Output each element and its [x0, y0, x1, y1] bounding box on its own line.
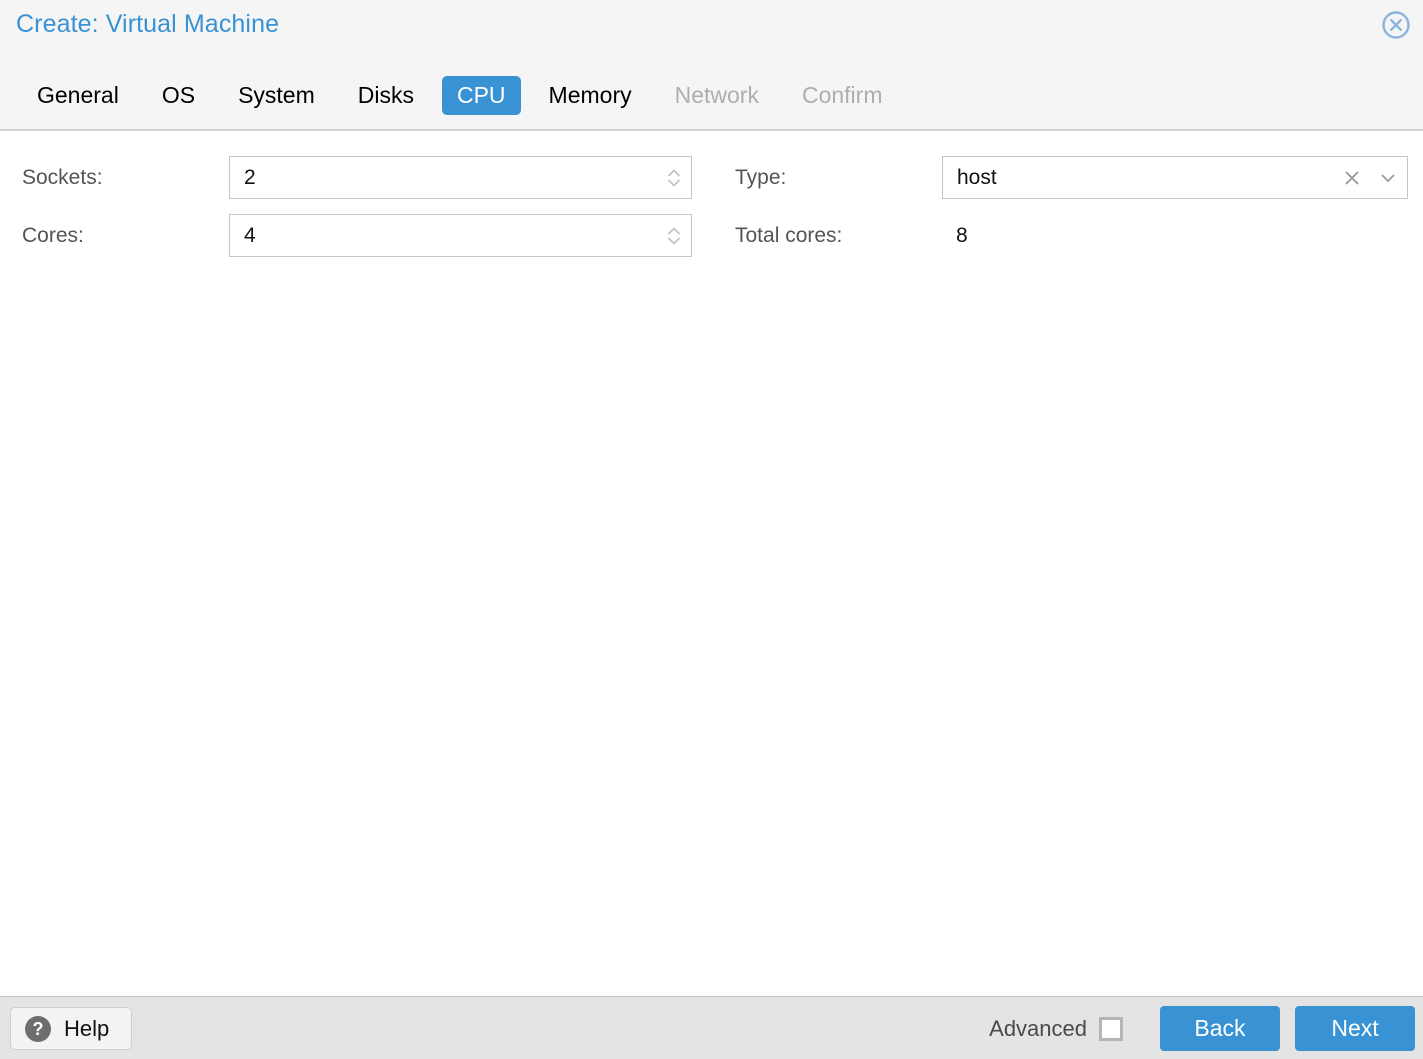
close-icon[interactable] [1379, 8, 1413, 42]
cores-stepper[interactable] [229, 214, 692, 257]
spinner-arrows-icon[interactable] [657, 157, 691, 198]
chevron-down-icon[interactable] [1369, 168, 1407, 188]
cpu-right-column: Type: host Total cores: 8 [735, 155, 1408, 271]
sockets-label: Sockets: [22, 165, 103, 189]
sockets-stepper[interactable] [229, 156, 692, 199]
cpu-left-column: Sockets: Cores: [22, 155, 692, 271]
tab-os[interactable]: OS [147, 76, 210, 115]
sockets-row: Sockets: [22, 155, 692, 200]
total-cores-row: Total cores: 8 [735, 213, 1408, 258]
spinner-arrows-icon[interactable] [657, 215, 691, 256]
tab-network: Network [674, 82, 759, 108]
wizard-tabs: General OS System Disks CPU Memory Netwo… [22, 76, 910, 115]
back-button[interactable]: Back [1160, 1006, 1280, 1051]
tab-system[interactable]: System [223, 76, 330, 115]
page-title: Create: Virtual Machine [16, 10, 280, 38]
next-button[interactable]: Next [1295, 1006, 1415, 1051]
advanced-label: Advanced [989, 1015, 1087, 1041]
cpu-settings-panel: Sockets: Cores: [0, 131, 1423, 996]
dialog-footer: ? Help Advanced Back Next [0, 996, 1423, 1059]
type-row: Type: host [735, 155, 1408, 200]
clear-x-icon[interactable] [1335, 168, 1369, 188]
tab-confirm: Confirm [801, 82, 883, 108]
footer-actions: Advanced Back Next [989, 1006, 1415, 1051]
total-cores-value: 8 [956, 223, 968, 247]
cores-input[interactable] [230, 222, 657, 249]
help-button[interactable]: ? Help [10, 1007, 133, 1050]
help-button-label: Help [64, 1015, 110, 1041]
type-label: Type: [735, 165, 787, 189]
cores-row: Cores: [22, 213, 692, 258]
sockets-input[interactable] [230, 164, 657, 191]
tab-cpu[interactable]: CPU [441, 76, 521, 115]
total-cores-label: Total cores: [735, 223, 843, 247]
dialog-header: Create: Virtual Machine General OS Syste… [0, 0, 1423, 131]
question-mark-icon: ? [25, 1015, 51, 1042]
cpu-type-combobox[interactable]: host [942, 156, 1408, 199]
tab-general[interactable]: General [22, 76, 134, 115]
cpu-type-value[interactable]: host [943, 166, 1335, 190]
tab-disks[interactable]: Disks [343, 76, 429, 115]
advanced-checkbox[interactable] [1099, 1016, 1123, 1041]
tab-memory[interactable]: Memory [534, 76, 647, 115]
cores-label: Cores: [22, 223, 84, 247]
